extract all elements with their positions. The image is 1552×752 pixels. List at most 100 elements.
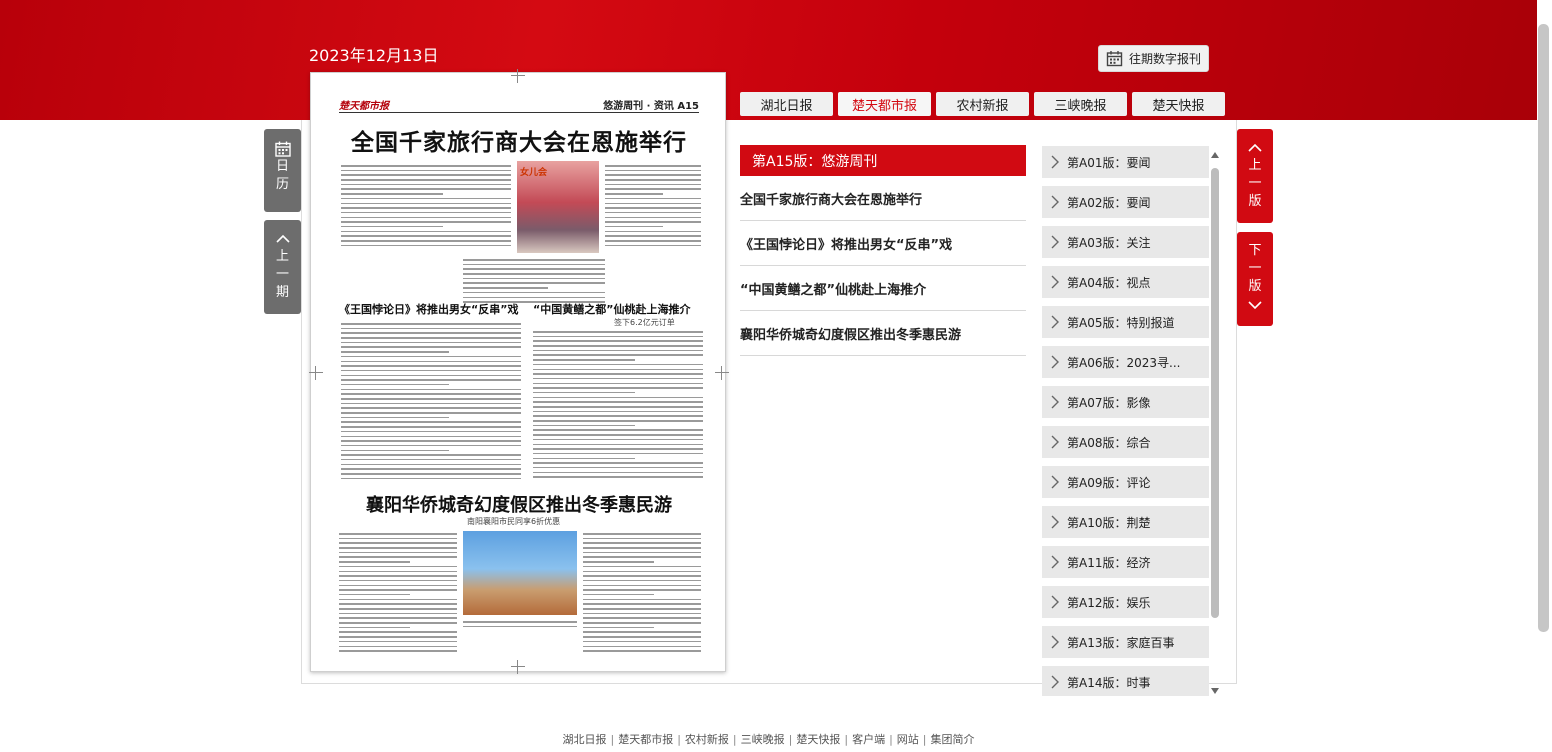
text-line: [341, 341, 521, 344]
text-line: [605, 174, 701, 176]
edition-scroll-thumb[interactable]: [1211, 168, 1219, 618]
edition-label: 第A01版：要闻: [1067, 155, 1151, 170]
edition-item[interactable]: 第A09版：评论: [1042, 466, 1209, 498]
article-link[interactable]: “中国黄鳝之都”仙桃赴上海推介: [740, 266, 1026, 311]
article-text-block: [605, 165, 701, 249]
scroll-up-icon[interactable]: [1211, 152, 1219, 158]
prev-issue-button[interactable]: 上 一 期: [264, 220, 301, 314]
text-line: [341, 393, 521, 395]
text-line: [341, 211, 511, 214]
paper-headline-mid-right[interactable]: “中国黄鳝之都”仙桃赴上海推介: [533, 301, 690, 317]
edition-item[interactable]: 第A04版：视点: [1042, 266, 1209, 298]
text-line: [339, 645, 457, 647]
text-line: [341, 477, 521, 480]
next-page-button[interactable]: 下 一 版: [1237, 232, 1273, 326]
edition-item[interactable]: 第A07版：影像: [1042, 386, 1209, 418]
footer-link[interactable]: 湖北日报: [562, 733, 606, 746]
text-line: [583, 584, 701, 587]
edition-item[interactable]: 第A10版：荆楚: [1042, 506, 1209, 538]
footer-link[interactable]: 客户端: [852, 733, 885, 746]
text-line: [341, 388, 521, 391]
text-line: [583, 575, 701, 577]
tab-three-gorges-evening[interactable]: 三峡晚报: [1034, 92, 1127, 116]
article-link[interactable]: 襄阳华侨城奇幻度假区推出冬季惠民游: [740, 311, 1026, 356]
text-line: [605, 230, 701, 233]
newspaper-page[interactable]: 楚天都市报 悠游周刊 · 资讯 A15 全国千家旅行商大会在恩施举行 女儿会 《…: [310, 72, 726, 672]
paper-headline-mid-left[interactable]: 《王国悖论日》将推出男女“反串”戏: [339, 301, 518, 317]
edition-label: 第A03版：关注: [1067, 235, 1151, 250]
scroll-down-icon[interactable]: [1211, 688, 1219, 694]
prev-page-button[interactable]: 上 一 版: [1237, 129, 1273, 223]
footer-link[interactable]: 网站: [897, 733, 919, 746]
footer-separator: |: [889, 733, 893, 746]
paper-headline-bottom[interactable]: 襄阳华侨城奇幻度假区推出冬季惠民游: [331, 491, 707, 517]
text-line: [341, 412, 521, 414]
chevron-right-icon: [1051, 235, 1059, 249]
article-text-block: [341, 165, 511, 249]
text-line: [583, 645, 701, 647]
edition-item[interactable]: 第A01版：要闻: [1042, 146, 1209, 178]
chevron-right-icon: [1051, 475, 1059, 489]
edition-item[interactable]: 第A12版：娱乐: [1042, 586, 1209, 618]
tab-hubei-daily[interactable]: 湖北日报: [740, 92, 833, 116]
text-line: [341, 407, 521, 409]
edition-item[interactable]: 第A03版：关注: [1042, 226, 1209, 258]
calendar-label-2: 历: [275, 177, 289, 192]
edition-label: 第A08版：综合: [1067, 435, 1151, 450]
footer-link[interactable]: 农村新报: [685, 733, 729, 746]
text-line: [605, 179, 701, 181]
text-line: [605, 240, 701, 242]
edition-item[interactable]: 第A06版：2023寻...: [1042, 346, 1209, 378]
paper-headline-main[interactable]: 全国千家旅行商大会在恩施举行: [331, 123, 707, 157]
prev-page-label-3: 版: [1248, 194, 1262, 209]
archive-button[interactable]: 往期数字报刊: [1098, 45, 1209, 72]
tab-rural-news[interactable]: 农村新报: [936, 92, 1029, 116]
text-line: [583, 547, 701, 549]
edition-item[interactable]: 第A08版：综合: [1042, 426, 1209, 458]
article-link[interactable]: 全国千家旅行商大会在恩施举行: [740, 176, 1026, 221]
article-link[interactable]: 《王国悖论日》将推出男女“反串”戏: [740, 221, 1026, 266]
edition-item[interactable]: 第A05版：特别报道: [1042, 306, 1209, 338]
chevron-right-icon: [1051, 595, 1059, 609]
text-line: [533, 457, 635, 460]
page-scrollbar-thumb[interactable]: [1538, 24, 1549, 632]
text-line: [341, 244, 511, 247]
edition-item[interactable]: 第A13版：家庭百事: [1042, 626, 1209, 658]
text-line: [341, 365, 521, 367]
footer-separator: |: [922, 733, 927, 746]
text-line: [341, 440, 521, 442]
chevron-right-icon: [1051, 515, 1059, 529]
text-line: [533, 462, 703, 464]
issue-date: 2023年12月13日: [309, 46, 439, 65]
footer-link[interactable]: 集团简介: [931, 733, 975, 746]
prev-issue-label-1: 上: [275, 249, 289, 264]
article-text-block: [463, 259, 605, 306]
footer-link[interactable]: 楚天快报: [796, 733, 840, 746]
footer-link[interactable]: 三峡晚报: [741, 733, 785, 746]
edition-label: 第A02版：要闻: [1067, 195, 1151, 210]
text-line: [583, 561, 654, 563]
tab-chutian-metropolis[interactable]: 楚天都市报: [838, 92, 931, 116]
text-line: [339, 631, 457, 633]
crosshair-top: [511, 69, 525, 83]
paper-logo: 楚天都市报: [339, 101, 389, 112]
text-line: [339, 584, 457, 587]
edition-label: 第A12版：娱乐: [1067, 595, 1151, 610]
edition-item[interactable]: 第A14版：时事: [1042, 666, 1209, 696]
edition-label: 第A05版：特别报道: [1067, 315, 1175, 330]
text-line: [605, 165, 701, 167]
edition-item[interactable]: 第A11版：经济: [1042, 546, 1209, 578]
text-line: [341, 216, 511, 219]
text-line: [583, 593, 654, 596]
news-photo[interactable]: 女儿会: [517, 161, 599, 253]
text-line: [605, 211, 701, 214]
footer-separator: |: [732, 733, 737, 746]
text-line: [339, 640, 457, 643]
text-line: [463, 282, 605, 284]
text-line: [339, 636, 457, 638]
tab-chutian-express[interactable]: 楚天快报: [1132, 92, 1225, 116]
footer-link[interactable]: 楚天都市报: [618, 733, 673, 746]
edition-item[interactable]: 第A02版：要闻: [1042, 186, 1209, 218]
news-photo[interactable]: [463, 531, 577, 615]
calendar-button[interactable]: 日 历: [264, 129, 301, 212]
